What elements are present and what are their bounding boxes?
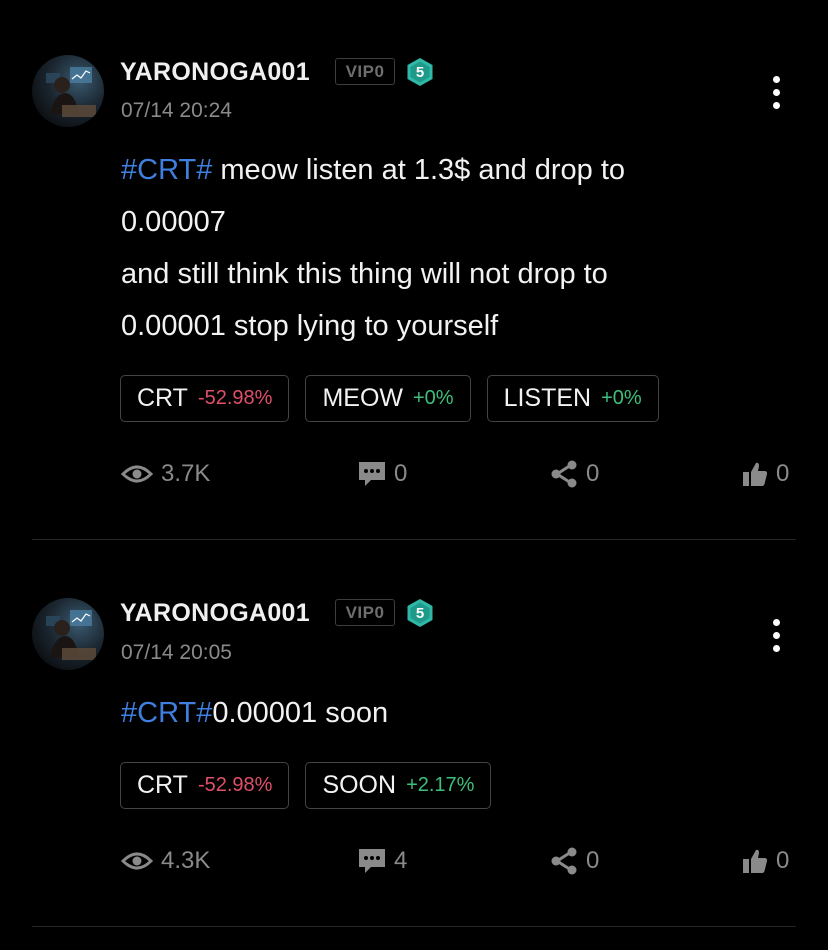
- share-icon: [551, 460, 577, 488]
- post-timestamp: 07/14 20:24: [121, 99, 232, 122]
- thumbs-up-icon: [743, 849, 768, 873]
- level-hexagon-icon: 5: [405, 598, 435, 628]
- level-number: 5: [415, 63, 425, 81]
- post-feed: YARONOGA001 VIP0 5 07/14 20:24 #CRT# meo…: [0, 0, 828, 950]
- avatar[interactable]: [32, 55, 104, 127]
- share-button[interactable]: 0: [550, 454, 599, 494]
- shares-count: 0: [586, 847, 600, 874]
- tag-change: -52.98%: [197, 774, 273, 796]
- level-number: 5: [415, 604, 425, 622]
- username[interactable]: YARONOGA001: [120, 57, 310, 87]
- likes-count: 0: [776, 460, 790, 487]
- comments-count: 4: [394, 847, 408, 874]
- post-stats: 3.7K 0 0 0: [0, 454, 828, 494]
- views-count: 3.7K: [161, 460, 211, 487]
- post-body[interactable]: #CRT# meow listen at 1.3$ and drop to 0.…: [121, 144, 781, 352]
- hashtag-link[interactable]: #CRT#: [121, 154, 212, 186]
- likes-count: 0: [776, 847, 790, 874]
- post-card[interactable]: YARONOGA001 VIP0 5 07/14 20:24 #CRT# meo…: [0, 0, 828, 540]
- coin-tags: CRT -52.98% MEOW +0% LISTEN +0%: [120, 375, 659, 422]
- coin-tag-crt[interactable]: CRT -52.98%: [120, 375, 290, 422]
- vip-badge: VIP0: [335, 599, 395, 626]
- comment-icon: [359, 462, 385, 486]
- more-vertical-icon[interactable]: [764, 615, 790, 655]
- share-button[interactable]: 0: [550, 841, 599, 881]
- vip-badge: VIP0: [335, 58, 395, 85]
- post-divider: [32, 539, 796, 540]
- post-body[interactable]: #CRT#0.00001 soon: [121, 687, 781, 739]
- comments-count: 0: [394, 460, 408, 487]
- views-count: 4.3K: [161, 847, 211, 874]
- post-body-line-1: #CRT# meow listen at 1.3$ and drop to: [121, 154, 626, 186]
- tag-change: +0%: [412, 387, 454, 409]
- username[interactable]: YARONOGA001: [120, 598, 310, 628]
- comment-button[interactable]: 4: [358, 841, 407, 881]
- eye-icon: [121, 852, 153, 870]
- tag-symbol: CRT: [137, 771, 188, 799]
- coin-tag-listen[interactable]: LISTEN +0%: [486, 375, 659, 422]
- tag-change: -52.98%: [197, 387, 273, 409]
- more-vertical-icon[interactable]: [764, 72, 790, 112]
- level-hexagon-icon: 5: [405, 57, 435, 87]
- post-card[interactable]: YARONOGA001 VIP0 5 07/14 20:05 #CRT#0.00…: [0, 541, 828, 927]
- views-stat: 3.7K: [121, 454, 210, 494]
- like-button[interactable]: 0: [742, 454, 789, 494]
- post-body-line-4: 0.00001 stop lying to yourself: [121, 310, 499, 342]
- avatar[interactable]: [32, 598, 104, 670]
- tag-change: +0%: [601, 387, 642, 409]
- post-timestamp: 07/14 20:05: [121, 641, 232, 664]
- coin-tags: CRT -52.98% SOON +2.17%: [120, 762, 492, 809]
- eye-icon: [121, 465, 153, 483]
- post-divider: [32, 926, 796, 927]
- comment-button[interactable]: 0: [358, 454, 407, 494]
- coin-tag-soon[interactable]: SOON +2.17%: [305, 762, 492, 809]
- coin-tag-meow[interactable]: MEOW +0%: [305, 375, 471, 422]
- tag-change: +2.17%: [406, 774, 475, 796]
- post-stats: 4.3K 4 0 0: [0, 841, 828, 881]
- post-body-line-1: #CRT#0.00001 soon: [121, 697, 389, 729]
- post-body-line-3: and still think this thing will not drop…: [121, 258, 608, 290]
- coin-tag-crt[interactable]: CRT -52.98%: [120, 762, 290, 809]
- tag-symbol: CRT: [137, 384, 188, 412]
- views-stat: 4.3K: [121, 841, 210, 881]
- hashtag-link[interactable]: #CRT#: [121, 697, 212, 729]
- tag-symbol: SOON: [322, 771, 397, 799]
- tag-symbol: LISTEN: [503, 384, 592, 412]
- shares-count: 0: [586, 460, 600, 487]
- like-button[interactable]: 0: [742, 841, 789, 881]
- tag-symbol: MEOW: [322, 384, 403, 412]
- comment-icon: [359, 849, 385, 873]
- post-body-line-2: 0.00007: [121, 206, 226, 238]
- share-icon: [551, 847, 577, 875]
- thumbs-up-icon: [743, 462, 768, 486]
